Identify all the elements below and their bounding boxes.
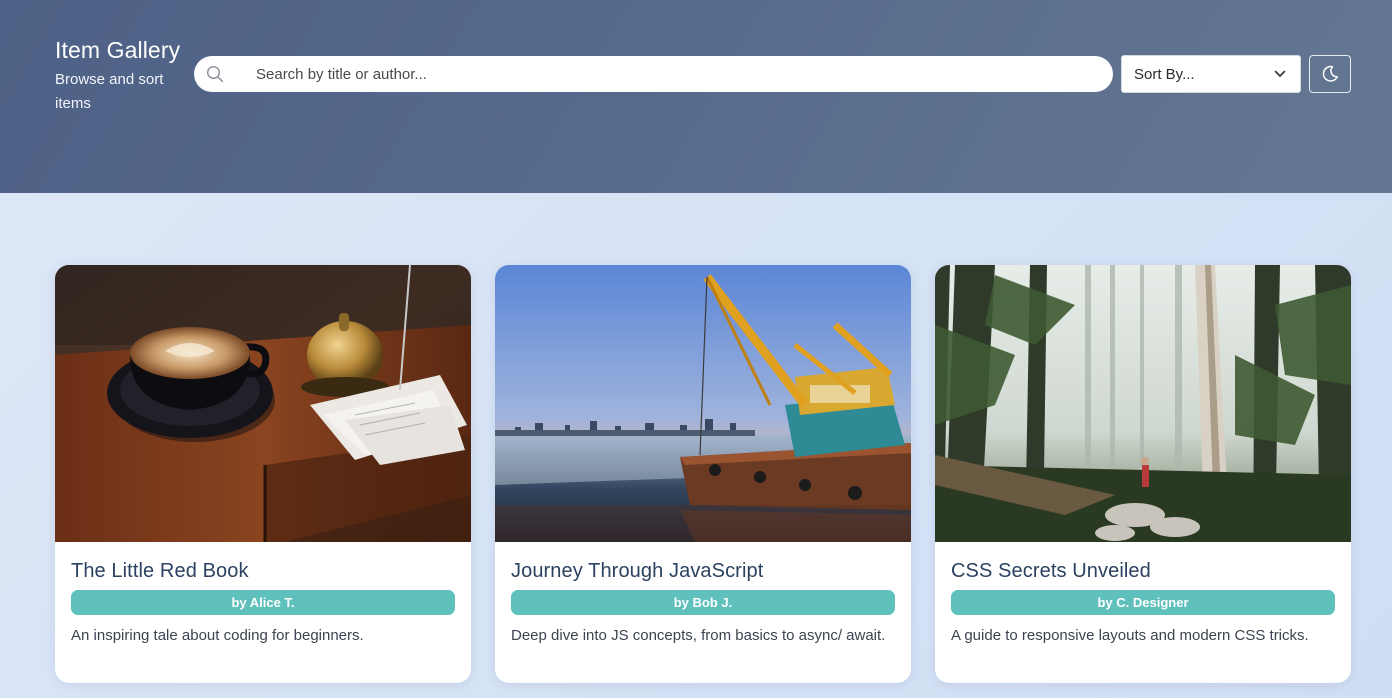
coffee-cup-photo: [55, 265, 471, 542]
author-badge: by C. Designer: [951, 590, 1335, 615]
page-subtitle: Browse and sort items: [55, 71, 164, 112]
theme-toggle-button[interactable]: [1309, 55, 1351, 93]
item-card[interactable]: CSS Secrets Unveiled by C. Designer A gu…: [935, 265, 1351, 683]
item-card[interactable]: The Little Red Book by Alice T. An inspi…: [55, 265, 471, 683]
author-badge: by Bob J.: [511, 590, 895, 615]
moon-icon: [1322, 65, 1338, 82]
page-title: Item Gallery: [55, 37, 181, 63]
search-input[interactable]: [256, 56, 1096, 92]
sort-select[interactable]: Sort By...: [1121, 55, 1301, 93]
author-badge: by Alice T.: [71, 590, 455, 615]
item-title[interactable]: The Little Red Book: [71, 560, 455, 582]
search-bar[interactable]: [194, 56, 1113, 92]
item-description: An inspiring tale about coding for begin…: [71, 627, 364, 644]
search-icon: [206, 65, 224, 83]
misty-forest-photo: [935, 265, 1351, 542]
item-description: A guide to responsive layouts and modern…: [951, 627, 1309, 644]
chevron-down-icon: [1274, 70, 1286, 77]
item-title[interactable]: CSS Secrets Unveiled: [951, 560, 1335, 582]
sort-select-value: Sort By...: [1134, 65, 1195, 83]
item-title[interactable]: Journey Through JavaScript: [511, 560, 895, 582]
item-card[interactable]: Journey Through JavaScript by Bob J. Dee…: [495, 265, 911, 683]
harbor-crane-ship-photo: [495, 265, 911, 542]
item-description: Deep dive into JS concepts, from basics …: [511, 627, 886, 644]
brand: Item Gallery Browse and sort items: [55, 36, 190, 116]
page-header: Item Gallery Browse and sort items Sort …: [0, 0, 1392, 193]
item-grid: The Little Red Book by Alice T. An inspi…: [55, 265, 1351, 698]
